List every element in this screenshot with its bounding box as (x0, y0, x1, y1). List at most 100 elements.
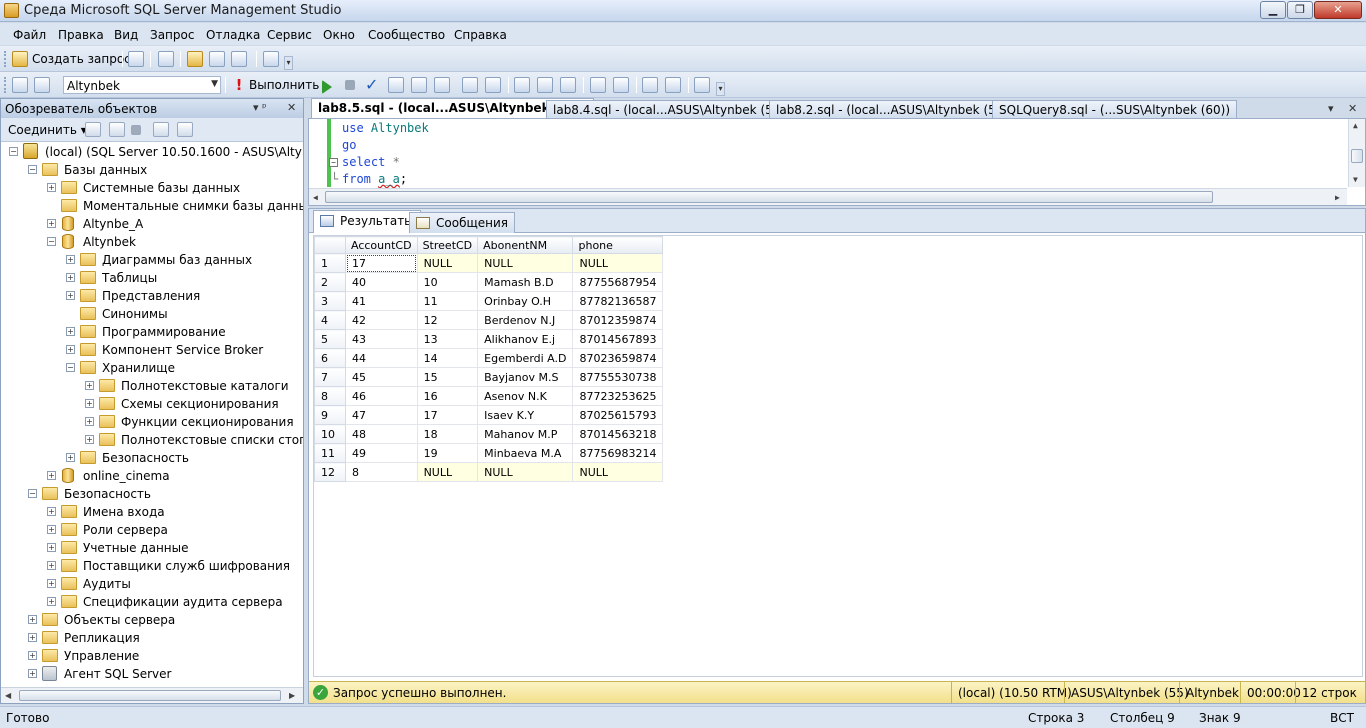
column-header[interactable]: phone (572, 236, 664, 254)
grid-cell[interactable]: 15 (416, 367, 479, 387)
collapse-icon[interactable]: − (66, 363, 75, 372)
expand-icon[interactable]: + (47, 543, 56, 552)
grid-cell[interactable]: NULL (477, 462, 574, 482)
menu-query[interactable]: Запрос (150, 28, 194, 42)
expand-icon[interactable]: + (47, 471, 56, 480)
open-file-icon[interactable] (187, 51, 203, 67)
sql-editor[interactable]: use Altynbek go − select * └ from a_a; ▲… (308, 118, 1366, 206)
database-engine-query-icon[interactable] (128, 51, 144, 67)
grid-cell[interactable]: 43 (345, 329, 418, 349)
grid-cell[interactable]: 16 (416, 386, 479, 406)
expand-icon[interactable]: + (28, 615, 37, 624)
expand-icon[interactable]: + (47, 525, 56, 534)
new-query-button[interactable]: Создать запрос (32, 50, 131, 68)
grid-cell[interactable]: 87012359874 (572, 310, 664, 330)
row-number[interactable]: 7 (314, 367, 346, 387)
grid-cell[interactable]: 17 (345, 253, 418, 273)
grid-cell[interactable]: Mamash B.D (477, 272, 574, 292)
maximize-button[interactable]: ❐ (1287, 1, 1313, 19)
close-window-button[interactable]: ✕ (1314, 1, 1362, 19)
grid-cell[interactable]: NULL (572, 462, 664, 482)
grid-cell[interactable]: 12 (416, 310, 479, 330)
grid-cell[interactable]: NULL (477, 253, 574, 273)
tab-results[interactable]: Результаты (313, 210, 421, 233)
grid-cell[interactable]: Asenov N.K (477, 386, 574, 406)
grid-cell[interactable]: 46 (345, 386, 418, 406)
increase-indent-icon[interactable] (665, 77, 681, 93)
row-number[interactable]: 12 (314, 462, 346, 482)
expand-icon[interactable]: + (66, 453, 75, 462)
expand-icon[interactable]: + (28, 669, 37, 678)
expand-icon[interactable]: + (47, 579, 56, 588)
expand-icon[interactable]: + (66, 273, 75, 282)
grid-cell[interactable]: 87755530738 (572, 367, 664, 387)
expand-icon[interactable]: + (47, 597, 56, 606)
row-number[interactable]: 1 (314, 253, 346, 273)
object-explorer-scrollbar[interactable]: ◀ ▶ (1, 687, 303, 703)
row-number[interactable]: 4 (314, 310, 346, 330)
row-number[interactable]: 5 (314, 329, 346, 349)
expand-icon[interactable]: + (28, 633, 37, 642)
row-number[interactable]: 2 (314, 272, 346, 292)
expand-icon[interactable]: + (47, 561, 56, 570)
grid-cell[interactable]: 13 (416, 329, 479, 349)
disconnect-icon[interactable] (109, 122, 125, 137)
row-number[interactable]: 9 (314, 405, 346, 425)
activity-monitor-icon[interactable] (263, 51, 279, 67)
scroll-left-icon[interactable]: ◀ (5, 691, 11, 700)
change-connection-icon[interactable] (34, 77, 50, 93)
expand-icon[interactable]: + (47, 219, 56, 228)
grid-cell[interactable]: Bayjanov M.S (477, 367, 574, 387)
menu-community[interactable]: Сообщество (368, 28, 445, 42)
collapse-icon[interactable]: − (28, 165, 37, 174)
expand-icon[interactable]: + (47, 183, 56, 192)
connect-icon[interactable] (12, 77, 28, 93)
parse-icon[interactable]: ✓ (365, 77, 381, 93)
grid-cell[interactable]: 87014567893 (572, 329, 664, 349)
column-header[interactable]: StreetCD (416, 236, 479, 254)
editor-vertical-scrollbar[interactable]: ▲ ▼ (1348, 119, 1365, 187)
grid-cell[interactable]: 41 (345, 291, 418, 311)
tab-sqlquery8[interactable]: SQLQuery8.sql - (...SUS\Altynbek (60)) (992, 100, 1238, 118)
expand-icon[interactable]: + (66, 327, 75, 336)
collapse-icon[interactable]: − (28, 489, 37, 498)
grid-cell[interactable]: Berdenov N.J (477, 310, 574, 330)
menu-window[interactable]: Окно (323, 28, 355, 42)
refresh-icon[interactable] (177, 122, 193, 137)
grid-cell[interactable]: Alikhanov E.j (477, 329, 574, 349)
cancel-query-icon[interactable] (345, 80, 355, 90)
grid-cell[interactable]: 40 (345, 272, 418, 292)
expand-icon[interactable]: + (66, 255, 75, 264)
grid-cell[interactable]: 45 (345, 367, 418, 387)
results-to-file-icon[interactable] (560, 77, 576, 93)
grid-cell[interactable]: 11 (416, 291, 479, 311)
grid-cell[interactable]: 87755687954 (572, 272, 664, 292)
grid-cell[interactable]: 87782136587 (572, 291, 664, 311)
grid-cell[interactable]: 17 (416, 405, 479, 425)
tab-lab8-2[interactable]: lab8.2.sql - (local...ASUS\Altynbek (54)… (769, 100, 1020, 118)
row-number[interactable]: 8 (314, 386, 346, 406)
grid-cell[interactable]: NULL (416, 253, 479, 273)
grid-cell[interactable]: NULL (416, 462, 479, 482)
collapse-icon[interactable]: − (47, 237, 56, 246)
display-plan-icon[interactable] (388, 77, 404, 93)
grid-cell[interactable]: 19 (416, 443, 479, 463)
connect-button[interactable]: Соединить ▾ (8, 123, 87, 137)
pin-icon[interactable]: ▾ ᵖ (253, 101, 267, 114)
toolbar-grip[interactable] (4, 77, 7, 93)
scroll-up-icon[interactable]: ▲ (1353, 121, 1358, 130)
tab-list-icon[interactable]: ▾ (1328, 102, 1334, 115)
expand-icon[interactable]: + (85, 417, 94, 426)
tab-messages[interactable]: Сообщения (409, 212, 516, 233)
menu-view[interactable]: Вид (114, 28, 138, 42)
database-select[interactable]: Altynbek ▼ (63, 76, 221, 94)
row-number[interactable]: 6 (314, 348, 346, 368)
tab-lab8-4[interactable]: lab8.4.sql - (local...ASUS\Altynbek (53)… (546, 100, 797, 118)
scroll-right-icon[interactable]: ▶ (1335, 193, 1340, 202)
comment-icon[interactable] (590, 77, 606, 93)
grid-cell[interactable]: Egemberdi A.D (477, 348, 574, 368)
grid-cell[interactable]: 48 (345, 424, 418, 444)
grid-cell[interactable]: 18 (416, 424, 479, 444)
register-icon[interactable] (85, 122, 101, 137)
expand-icon[interactable]: + (66, 291, 75, 300)
